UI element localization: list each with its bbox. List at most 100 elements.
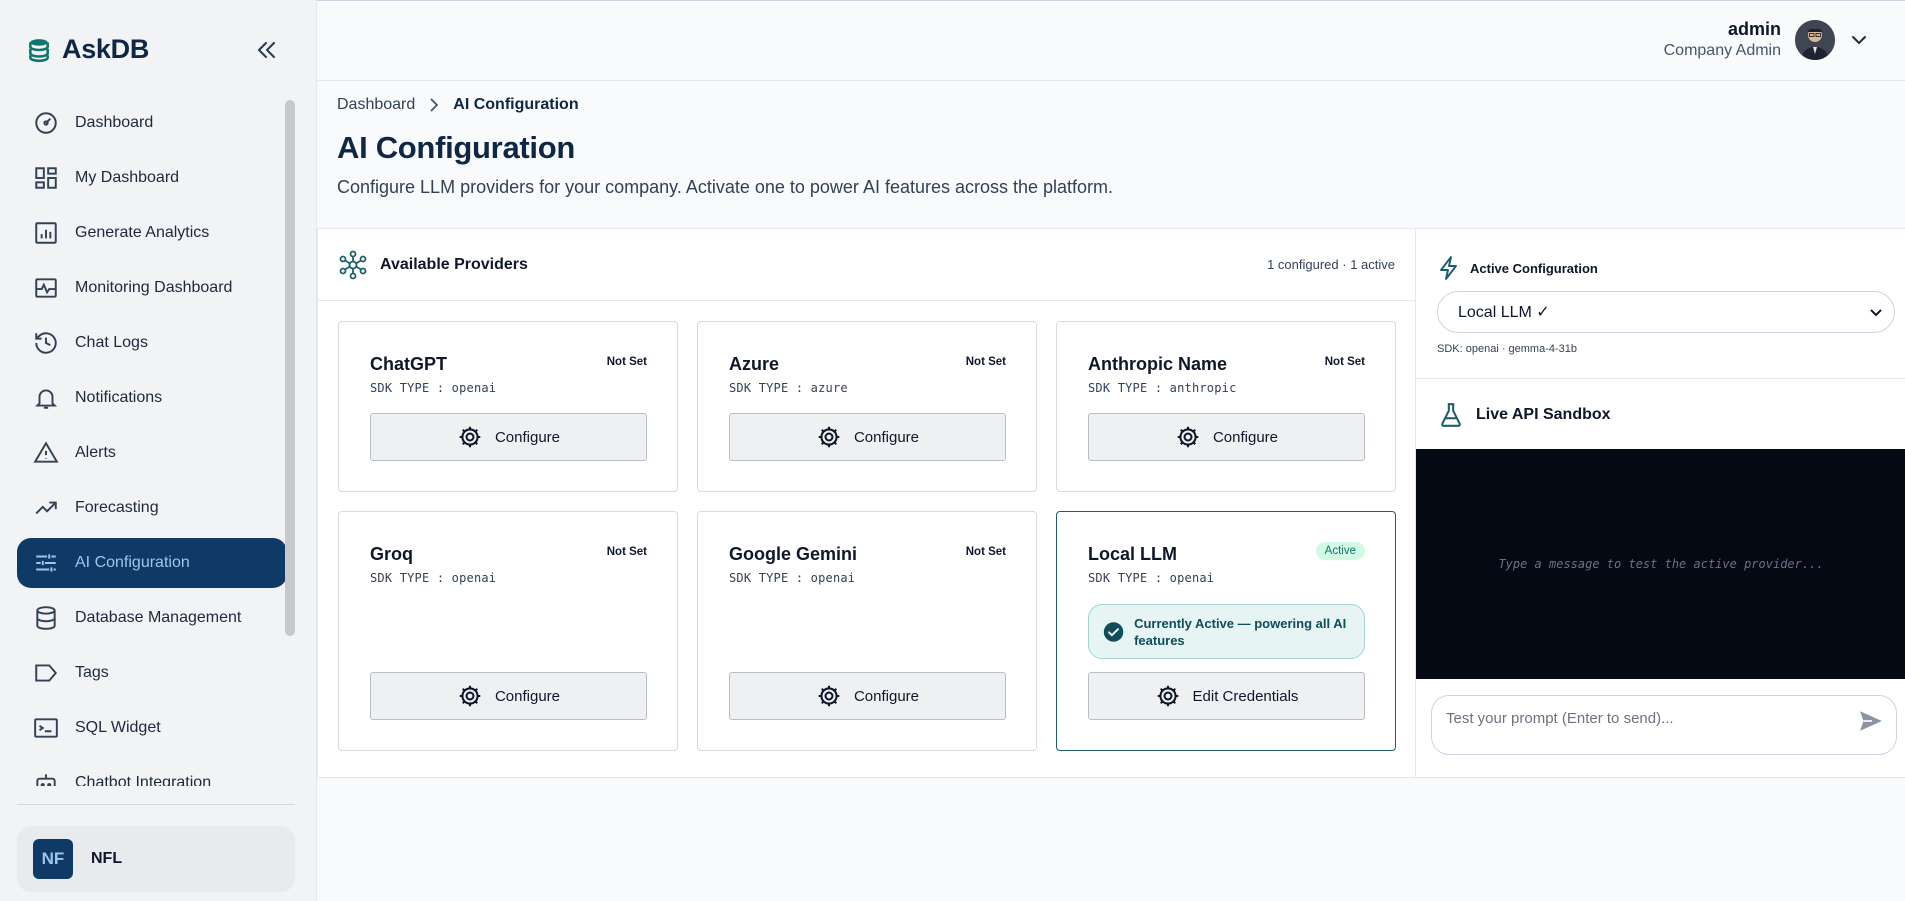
sandbox-title: Live API Sandbox (1476, 406, 1611, 423)
gear-icon (459, 426, 481, 448)
provider-sdk-type: SDK TYPE : openai (729, 571, 856, 585)
active-provider-value: Local LLM ✓ (1458, 304, 1550, 321)
provider-sdk-type: SDK TYPE : openai (370, 381, 497, 395)
dashboard-gauge-icon (35, 112, 57, 134)
sidebar-nav: Dashboard My Dashboard Generate Analytic… (17, 98, 287, 786)
provider-card-chatgpt: ChatGPT SDK TYPE : openai Not Set Config… (338, 321, 678, 492)
send-button[interactable] (1856, 706, 1886, 736)
active-provider-select[interactable]: Local LLM ✓ (1437, 291, 1895, 333)
sidebar-item-label: Chat Logs (75, 334, 148, 351)
configure-button-label: Configure (494, 687, 561, 705)
database-logo-icon (29, 38, 49, 62)
bot-icon (36, 774, 56, 786)
check-circle-icon (1103, 621, 1124, 642)
sandbox-placeholder: Type a message to test the active provid… (1498, 557, 1824, 571)
configure-button-label: Configure (1212, 428, 1279, 446)
grid-layout-icon (35, 167, 57, 189)
brand[interactable]: AskDB (26, 34, 149, 65)
sidebar-item-ai-configuration[interactable]: AI Configuration (17, 538, 287, 588)
sidebar-scrollbar[interactable] (285, 100, 295, 636)
provider-name: Local LLM (1088, 544, 1177, 564)
flask-icon (1441, 403, 1461, 427)
sidebar-item-monitoring-dashboard[interactable]: Monitoring Dashboard (17, 263, 287, 313)
gear-icon (818, 426, 840, 448)
provider-card-local-llm: Local LLM SDK TYPE : openai Active Curre… (1056, 511, 1396, 751)
breadcrumb: Dashboard AI Configuration (337, 96, 579, 114)
configure-button[interactable]: Configure (370, 413, 647, 461)
gear-icon (818, 685, 840, 707)
providers-panel-header: Available Providers (318, 229, 1415, 301)
sidebar-item-alerts[interactable]: Alerts (17, 428, 287, 478)
status-badge: Not Set (965, 546, 1006, 558)
avatar[interactable] (1795, 19, 1835, 60)
company-name: NFL (91, 850, 123, 867)
network-hub-icon (339, 250, 367, 279)
breadcrumb-dashboard-link[interactable]: Dashboard (337, 96, 415, 114)
sidebar-item-label: Dashboard (75, 114, 154, 131)
lightning-icon (1440, 256, 1457, 280)
sidebar-item-label: Monitoring Dashboard (75, 279, 233, 296)
provider-sdk-type: SDK TYPE : openai (1088, 571, 1215, 585)
tag-icon (35, 664, 58, 682)
sidebar-item-dashboard[interactable]: Dashboard (17, 98, 287, 148)
collapse-sidebar-button[interactable] (252, 38, 280, 62)
status-badge: Not Set (965, 356, 1006, 368)
sidebar-item-database-management[interactable]: Database Management (17, 593, 287, 643)
sidebar-item-label: Generate Analytics (75, 224, 210, 241)
status-badge: Active (1315, 542, 1365, 560)
prompt-input[interactable] (1446, 710, 1836, 727)
sidebar-item-notifications[interactable]: Notifications (17, 373, 287, 423)
chevron-down-icon[interactable] (1849, 30, 1869, 50)
provider-sdk-type: SDK TYPE : azure (729, 381, 848, 395)
gear-icon (1177, 426, 1199, 448)
provider-card-google-gemini: Google Gemini SDK TYPE : openai Not Set … (697, 511, 1037, 751)
sidebar-item-my-dashboard[interactable]: My Dashboard (17, 153, 287, 203)
sidebar-item-chat-logs[interactable]: Chat Logs (17, 318, 287, 368)
configure-button-label: Configure (853, 687, 920, 705)
sidebar-item-forecasting[interactable]: Forecasting (17, 483, 287, 533)
sidebar-item-tags[interactable]: Tags (17, 648, 287, 698)
sidebar-item-label: Tags (75, 664, 109, 681)
page-subtitle: Configure LLM providers for your company… (337, 177, 1114, 197)
configure-button[interactable]: Configure (1088, 413, 1365, 461)
providers-count: 1 configured · 1 active (1267, 257, 1395, 272)
sidebar-item-label: My Dashboard (75, 169, 180, 186)
active-config-panel: Active Configuration Local LLM ✓ SDK: op… (1415, 228, 1905, 778)
page-title: AI Configuration (337, 130, 575, 165)
provider-name: Anthropic Name (1088, 354, 1228, 374)
active-notice-text: Currently Active — powering all AI featu… (1134, 615, 1347, 648)
active-config-header: Active Configuration (1438, 255, 1598, 281)
status-badge: Not Set (1324, 356, 1365, 368)
user-menu[interactable]: admin Company Admin (1664, 19, 1869, 60)
sidebar-item-generate-analytics[interactable]: Generate Analytics (17, 208, 287, 258)
configure-button[interactable]: Configure (370, 672, 647, 720)
edit-credentials-button[interactable]: Edit Credentials (1088, 672, 1365, 720)
sidebar-item-chatbot-integration[interactable]: Chatbot Integration (17, 758, 287, 786)
company-initials-badge: NF (33, 839, 73, 879)
trend-up-icon (35, 501, 57, 515)
send-icon (1860, 711, 1882, 731)
sidebar-item-label: AI Configuration (75, 554, 190, 571)
configure-button-label: Configure (853, 428, 920, 446)
sidebar-item-sql-widget[interactable]: SQL Widget (17, 703, 287, 753)
provider-name: Groq (370, 544, 413, 564)
configure-button[interactable]: Configure (729, 672, 1006, 720)
configure-button[interactable]: Configure (729, 413, 1006, 461)
bar-chart-icon (35, 222, 57, 244)
user-name: admin (1727, 19, 1781, 39)
active-config-title: Active Configuration (1470, 260, 1598, 276)
sidebar-item-label: Notifications (75, 389, 163, 406)
edit-credentials-label: Edit Credentials (1192, 687, 1299, 705)
company-switcher[interactable]: NF NFL (17, 826, 295, 892)
sidebar: AskDB Dashboard My Dashboard Generate An… (0, 0, 317, 901)
prompt-box (1431, 695, 1897, 755)
sidebar-item-label: Forecasting (75, 499, 159, 516)
provider-name: Azure (729, 354, 780, 374)
sidebar-item-label: Chatbot Integration (75, 774, 212, 786)
user-info: admin Company Admin (1664, 19, 1781, 60)
double-chevron-left-icon (257, 41, 276, 59)
breadcrumb-current: AI Configuration (453, 96, 579, 113)
monitor-pulse-icon (35, 278, 57, 298)
terminal-icon (34, 718, 58, 738)
providers-panel-title: Available Providers (380, 255, 528, 273)
